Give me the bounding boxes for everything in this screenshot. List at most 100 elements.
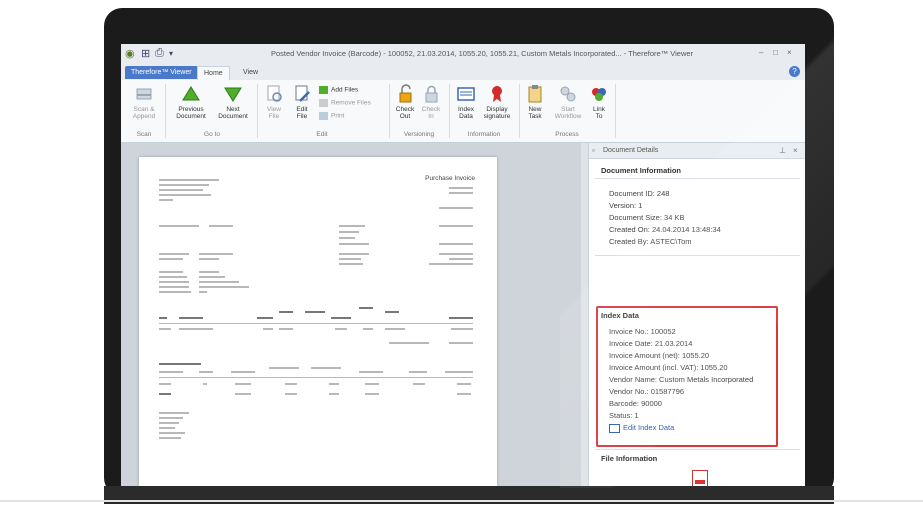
text-line [363, 328, 373, 330]
text-line [279, 328, 293, 330]
scanner-icon [136, 88, 152, 100]
add-files-label: Add Files [331, 86, 359, 94]
minus-icon [319, 99, 328, 107]
minimize-button[interactable]: – [759, 48, 763, 57]
floor-line [0, 500, 923, 502]
text-line [329, 383, 339, 385]
link-to-button[interactable]: Link To [587, 84, 611, 120]
text-line [365, 393, 379, 395]
check-out-button[interactable]: Check Out [393, 84, 417, 120]
pin-icon[interactable]: ⊥ [779, 146, 786, 155]
check-in-label: Check In [421, 106, 441, 120]
text-line [159, 179, 219, 181]
help-icon[interactable]: ? [789, 66, 800, 77]
table-header [305, 311, 325, 313]
text-line [359, 371, 383, 373]
application-window: ◉ ⊞ ⎙ ▾ Posted Vendor Invoice (Barcode) … [121, 44, 805, 486]
quick-access-dropdown-icon[interactable]: ▾ [169, 49, 173, 58]
group-label-versioning: Versioning [403, 131, 435, 138]
divider [595, 178, 800, 179]
app-logo-icon: ◉ [125, 48, 135, 60]
invoice-amount-incl-vat: Invoice Amount (incl. VAT): 1055.20 [609, 363, 728, 372]
text-line [339, 237, 355, 239]
table-header [331, 317, 351, 319]
text-line [235, 383, 251, 385]
text-line [457, 393, 471, 395]
text-line [413, 383, 425, 385]
text-line [429, 263, 473, 265]
magnifier-document-icon [267, 85, 282, 102]
window-title: Posted Vendor Invoice (Barcode) - 100052… [271, 49, 694, 58]
edit-index-data-link[interactable]: Edit Index Data [609, 423, 674, 433]
tab-view[interactable]: View [237, 66, 264, 79]
previous-document-button[interactable]: Previous Document [171, 84, 211, 120]
start-workflow-button[interactable]: Start Workflow [551, 84, 585, 120]
structure-icon[interactable]: ⊞ [141, 47, 150, 60]
invoice-date: Invoice Date: 21.03.2014 [609, 339, 693, 348]
collapse-icon[interactable]: ▫ [592, 146, 595, 155]
tab-home[interactable]: Home [197, 66, 230, 80]
text-line [385, 328, 405, 330]
print-button[interactable]: Print [319, 112, 344, 120]
text-line [339, 231, 359, 233]
group-label-edit: Edit [316, 131, 328, 138]
divider [595, 449, 800, 450]
edit-file-button[interactable]: Edit File [289, 84, 315, 120]
text-line [311, 367, 341, 369]
pdf-file-icon[interactable] [692, 470, 708, 486]
index-card-icon [457, 87, 475, 101]
text-line [449, 187, 473, 189]
next-document-label: Next Document [218, 106, 248, 120]
print-label: Print [331, 112, 345, 120]
tab-viewer[interactable]: Therefore™ Viewer [125, 66, 198, 79]
invoice-no: Invoice No.: 100052 [609, 327, 676, 336]
text-line [339, 243, 369, 245]
maximize-button[interactable]: □ [773, 48, 778, 57]
add-files-button[interactable]: Add Files [319, 86, 358, 94]
close-panel-icon[interactable]: × [793, 146, 798, 155]
check-in-button[interactable]: Check In [419, 84, 443, 120]
next-document-button[interactable]: Next Document [213, 84, 253, 120]
edit-index-data-label: Edit Index Data [623, 423, 675, 432]
text-line [159, 271, 183, 273]
text-line [159, 281, 189, 283]
text-line [159, 437, 181, 439]
scan-append-button[interactable]: Scan & Append [127, 84, 161, 120]
close-button[interactable]: × [787, 48, 792, 57]
document-viewer[interactable]: Purchase Invoice [121, 143, 581, 486]
text-line [159, 194, 211, 196]
group-label-process: Process [555, 131, 579, 138]
text-line [339, 258, 361, 260]
text-line [159, 422, 179, 424]
text-line [439, 253, 473, 255]
display-signature-label: Display signature [483, 106, 511, 120]
barcode: Barcode: 90000 [609, 399, 662, 408]
text-line [339, 263, 363, 265]
new-task-button[interactable]: New Task [523, 84, 547, 120]
view-file-label: View File [267, 106, 281, 120]
table-header [279, 311, 293, 313]
text-line [409, 371, 427, 373]
link-to-label: Link To [593, 106, 605, 120]
section-heading [159, 363, 201, 365]
text-line [199, 258, 219, 260]
separator [449, 84, 450, 138]
edit-file-label: Edit File [296, 106, 308, 120]
printer-icon [319, 112, 328, 120]
text-line [285, 383, 297, 385]
print-icon[interactable]: ⎙ [155, 47, 164, 60]
text-line [159, 189, 203, 191]
document-heading: Purchase Invoice [425, 175, 475, 182]
table-header [257, 317, 273, 319]
display-signature-button[interactable]: Display signature [481, 84, 513, 120]
vendor-name: Vendor Name: Custom Metals Incorporated [609, 375, 754, 384]
text-line [159, 432, 185, 434]
text-line [457, 383, 471, 385]
index-data-button[interactable]: Index Data [453, 84, 479, 120]
remove-files-button[interactable]: Remove Files [319, 99, 371, 107]
document-version: Version: 1 [609, 201, 643, 210]
lock-icon [425, 85, 438, 103]
view-file-button[interactable]: View File [261, 84, 287, 120]
table-header [385, 311, 399, 313]
text-line [199, 286, 249, 288]
